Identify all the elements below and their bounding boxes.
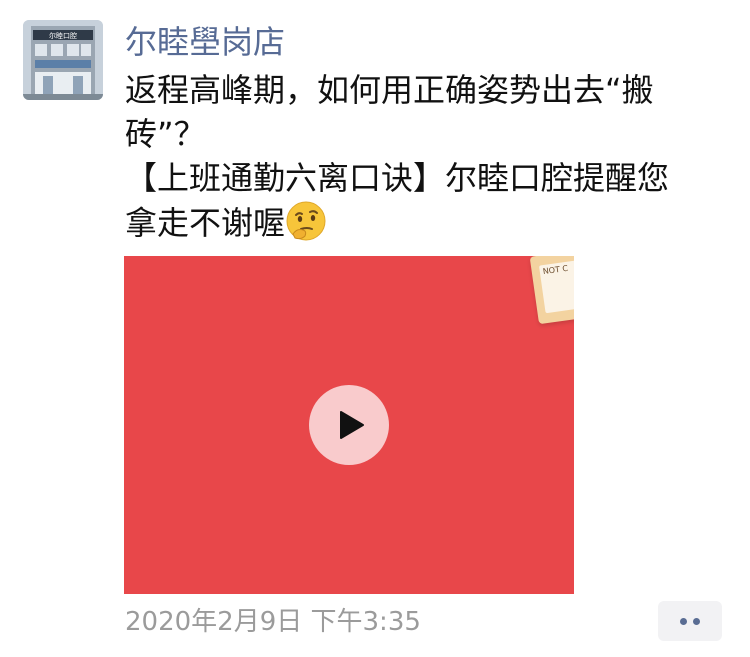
post-username[interactable]: 尔睦壆岗店 (125, 20, 725, 64)
video-player[interactable]: NOT C (124, 256, 574, 594)
avatar-sign-text: 尔睦口腔 (49, 31, 77, 40)
post-text: 返程高峰期，如何用正确姿势出去“搬 砖”？ 【上班通勤六离口诀】尔睦口腔提醒您 … (125, 68, 725, 245)
play-icon (340, 411, 364, 439)
more-dot-icon (693, 618, 700, 625)
post-text-line-4-text: 拿走不谢喔 (125, 204, 286, 242)
more-actions-button[interactable] (658, 601, 722, 641)
avatar[interactable]: 尔睦口腔 (23, 20, 103, 100)
video-thumbnail-card: NOT C (529, 256, 574, 325)
post-text-line-4: 拿走不谢喔 (125, 200, 725, 245)
video-card-text: NOT C (538, 257, 574, 314)
post-text-line-2: 砖”？ (125, 115, 206, 153)
storefront-image: 尔睦口腔 (23, 20, 103, 100)
post-text-line-3: 【上班通勤六离口诀】尔睦口腔提醒您 (125, 159, 670, 197)
post-timestamp: 2020年2月9日 下午3:35 (125, 607, 421, 637)
post-content: 尔睦壆岗店 返程高峰期，如何用正确姿势出去“搬 砖”？ 【上班通勤六离口诀】尔睦… (125, 20, 725, 245)
play-button[interactable] (309, 385, 389, 465)
more-dot-icon (680, 618, 687, 625)
thinking-face-emoji-icon (286, 201, 326, 241)
post-text-line-1: 返程高峰期，如何用正确姿势出去“搬 (125, 71, 654, 109)
